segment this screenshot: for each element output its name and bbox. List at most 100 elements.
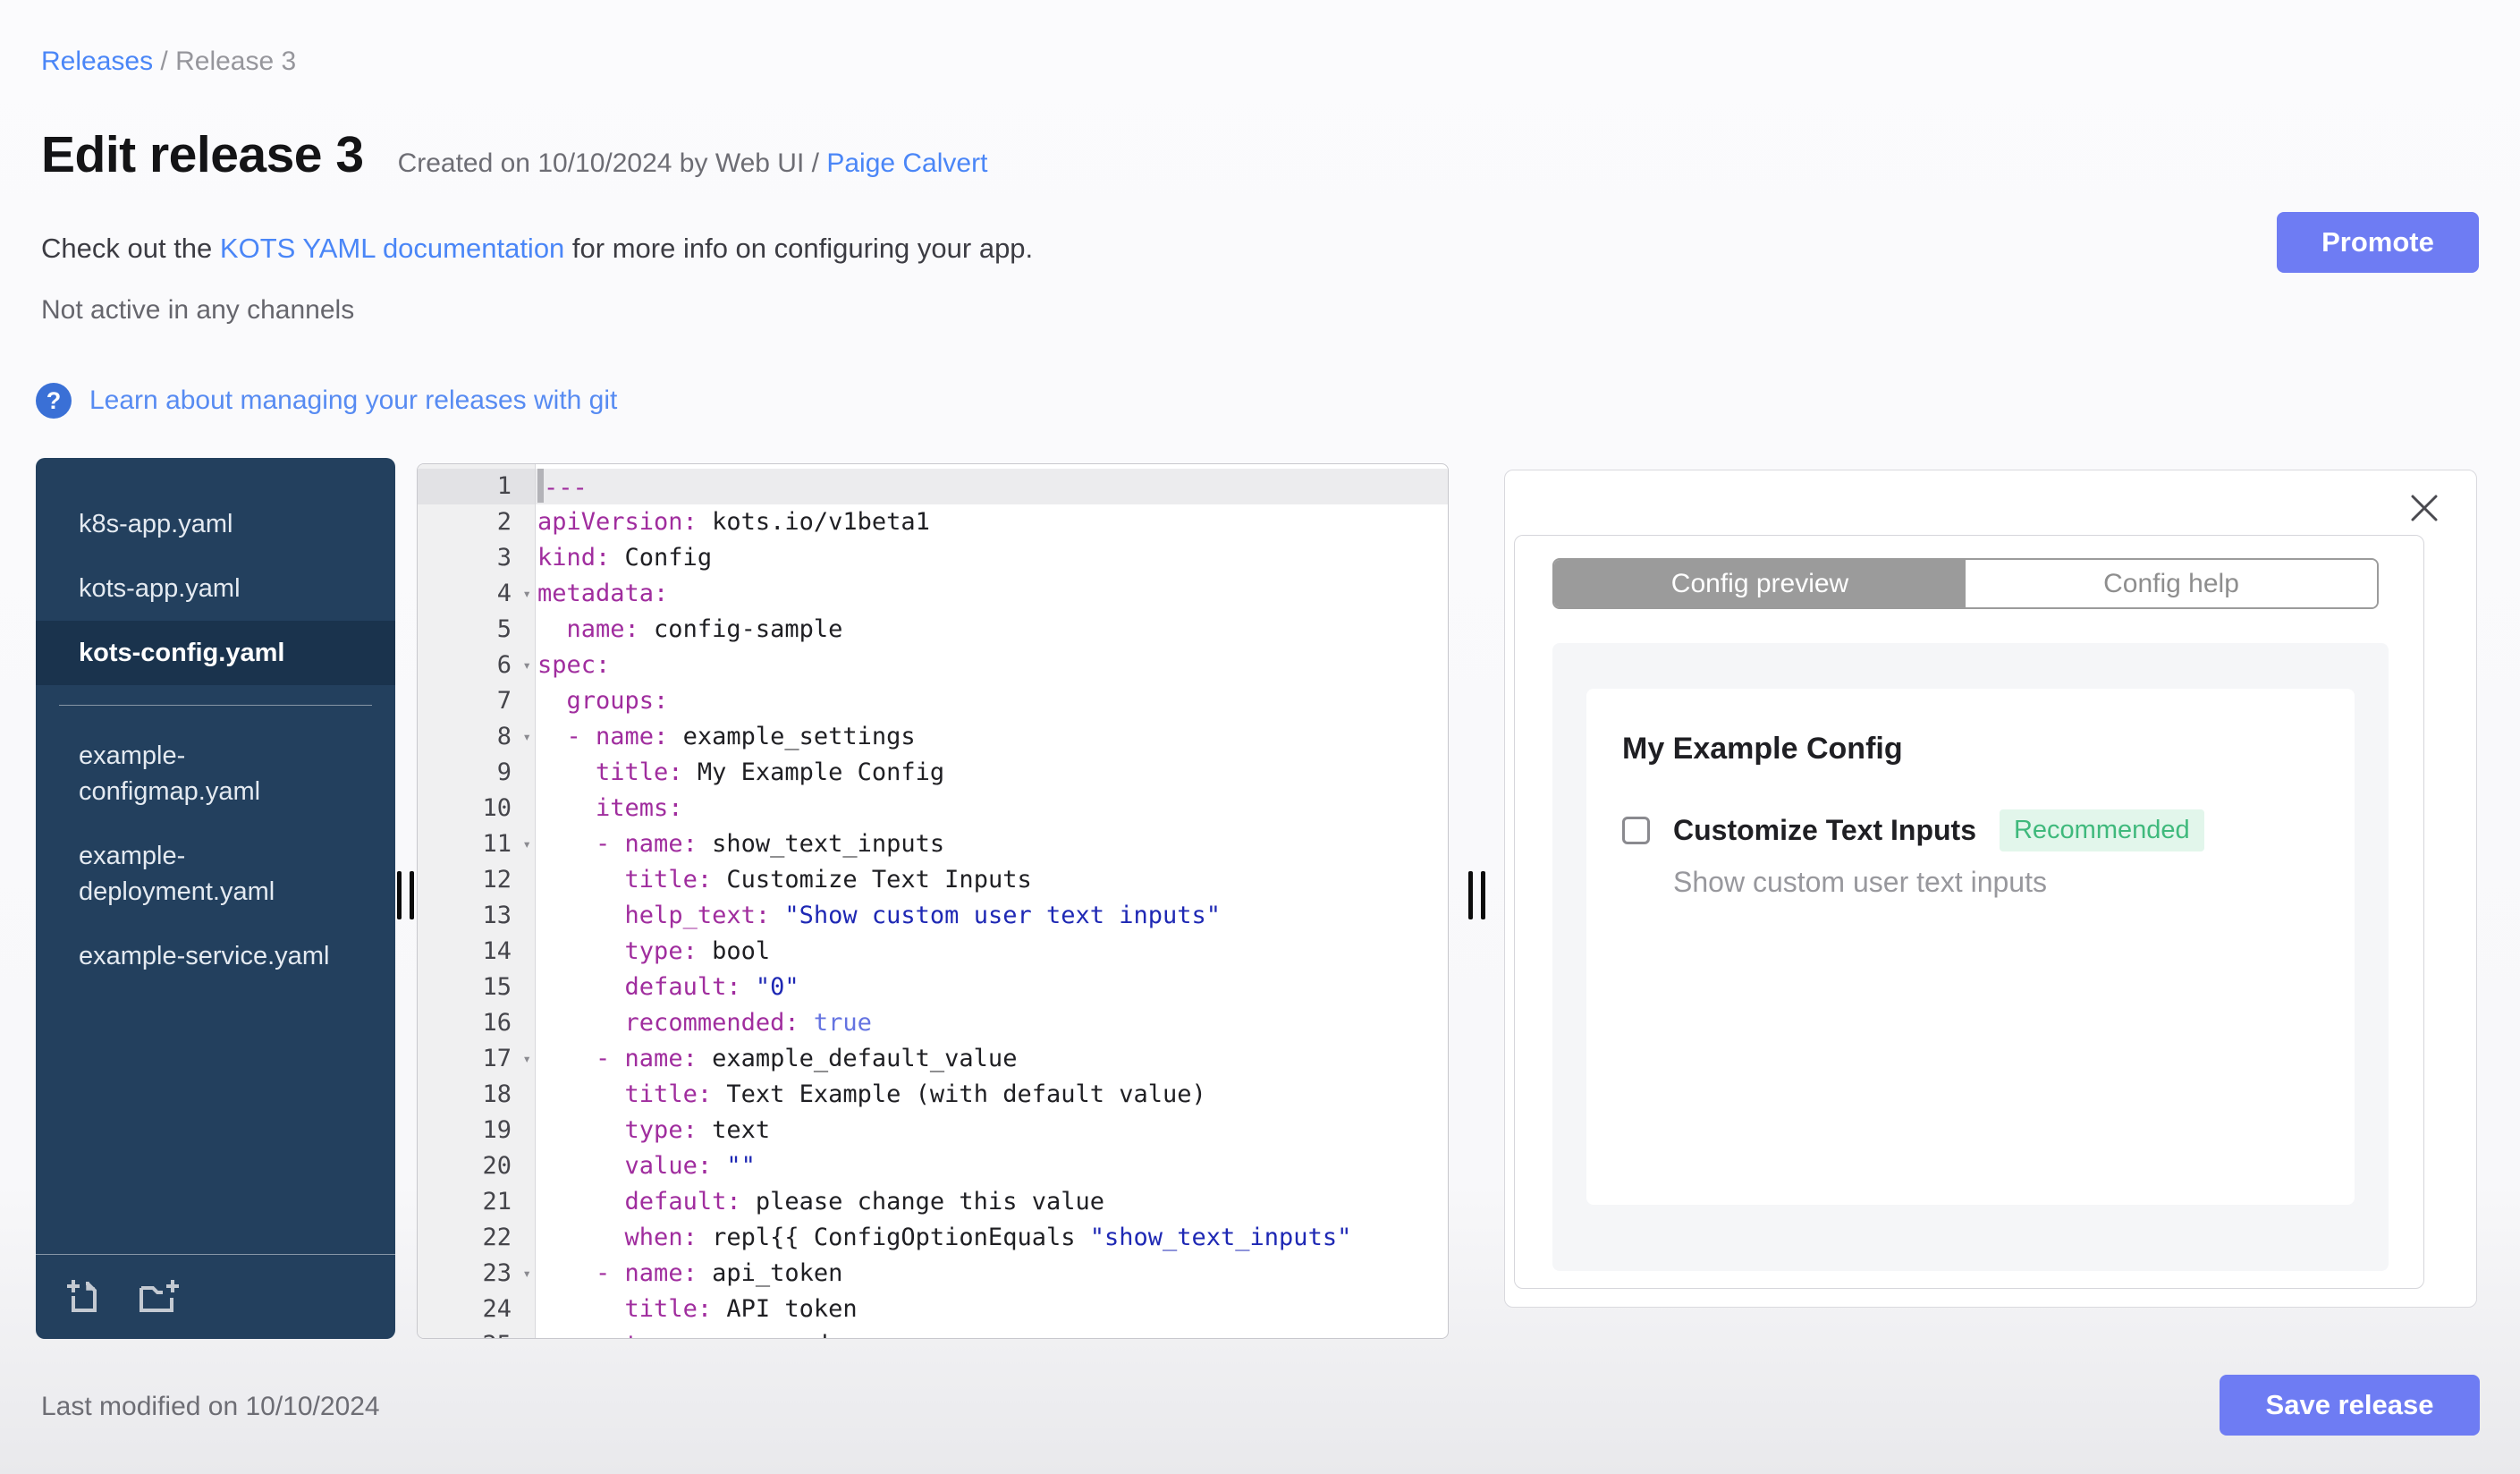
recommended-badge: Recommended bbox=[1999, 809, 2204, 851]
gutter-line-19[interactable]: 19 bbox=[418, 1113, 535, 1148]
config-preview-box: Config preview Config help My Example Co… bbox=[1514, 535, 2424, 1289]
close-icon[interactable] bbox=[2408, 492, 2440, 524]
sidebar-file-example-service.yaml[interactable]: example-service.yaml bbox=[36, 924, 395, 988]
docs-text-after: for more info on configuring your app. bbox=[564, 233, 1034, 264]
text-cursor bbox=[537, 469, 544, 503]
gutter-line-21[interactable]: 21 bbox=[418, 1184, 535, 1220]
fold-arrow-icon[interactable]: ▾ bbox=[522, 576, 531, 612]
git-releases-link[interactable]: Learn about managing your releases with … bbox=[89, 385, 617, 416]
config-render-area: My Example Config Customize Text Inputs … bbox=[1552, 643, 2389, 1271]
code-line-2[interactable]: apiVersion: kots.io/v1beta1 bbox=[536, 504, 1448, 540]
fold-arrow-icon[interactable]: ▾ bbox=[522, 648, 531, 683]
fold-arrow-icon[interactable]: ▾ bbox=[522, 1041, 531, 1077]
code-line-10[interactable]: items: bbox=[536, 791, 1448, 826]
release-editor-page: Releases / Release 3 Edit release 3 Crea… bbox=[0, 0, 2520, 1474]
gutter-line-4[interactable]: 4 ▾ bbox=[418, 576, 535, 612]
code-line-17[interactable]: - name: example_default_value bbox=[536, 1041, 1448, 1077]
gutter-line-16[interactable]: 16 bbox=[418, 1005, 535, 1041]
code-line-11[interactable]: - name: show_text_inputs bbox=[536, 826, 1448, 862]
code-line-15[interactable]: default: "0" bbox=[536, 970, 1448, 1005]
gutter-line-7[interactable]: 7 bbox=[418, 683, 535, 719]
sidebar-file-kots-config.yaml[interactable]: kots-config.yaml bbox=[36, 621, 395, 685]
fold-arrow-icon[interactable]: ▾ bbox=[522, 1256, 531, 1292]
code-line-3[interactable]: kind: Config bbox=[536, 540, 1448, 576]
gutter-line-13[interactable]: 13 bbox=[418, 898, 535, 934]
gutter-line-20[interactable]: 20 bbox=[418, 1148, 535, 1184]
gutter-line-9[interactable]: 9 bbox=[418, 755, 535, 791]
gutter-line-3[interactable]: 3 bbox=[418, 540, 535, 576]
code-line-18[interactable]: title: Text Example (with default value) bbox=[536, 1077, 1448, 1113]
gutter-line-14[interactable]: 14 bbox=[418, 934, 535, 970]
config-preview-panel: Config preview Config help My Example Co… bbox=[1504, 470, 2477, 1308]
code-line-5[interactable]: name: config-sample bbox=[536, 612, 1448, 648]
gutter-line-10[interactable]: 10 bbox=[418, 791, 535, 826]
gutter-line-1[interactable]: 1 bbox=[418, 469, 535, 504]
sidebar-file-example-deployment.yaml[interactable]: example-deployment.yaml bbox=[36, 824, 395, 924]
fold-arrow-icon[interactable]: ▾ bbox=[522, 826, 531, 862]
tab-config-help[interactable]: Config help bbox=[1966, 560, 2377, 607]
customize-text-inputs-checkbox[interactable] bbox=[1622, 817, 1650, 844]
new-file-icon[interactable] bbox=[63, 1275, 106, 1317]
code-line-21[interactable]: default: please change this value bbox=[536, 1184, 1448, 1220]
code-line-13[interactable]: help_text: "Show custom user text inputs… bbox=[536, 898, 1448, 934]
code-line-22[interactable]: when: repl{{ ConfigOptionEquals "show_te… bbox=[536, 1220, 1448, 1256]
gutter-line-24[interactable]: 24 bbox=[418, 1292, 535, 1327]
gutter-line-18[interactable]: 18 bbox=[418, 1077, 535, 1113]
breadcrumb-releases-link[interactable]: Releases bbox=[41, 47, 153, 76]
fold-arrow-icon[interactable]: ▾ bbox=[522, 719, 531, 755]
file-sidebar: k8s-app.yaml kots-app.yaml kots-config.yam… bbox=[36, 458, 395, 1339]
gutter-line-6[interactable]: 6 ▾ bbox=[418, 648, 535, 683]
question-mark-icon: ? bbox=[36, 383, 72, 419]
config-group-title: My Example Config bbox=[1622, 732, 1903, 766]
sidebar-file-k8s-app.yaml[interactable]: k8s-app.yaml bbox=[36, 492, 395, 556]
code-line-25[interactable]: type: password bbox=[536, 1327, 1448, 1338]
breadcrumb-separator: / bbox=[153, 47, 176, 76]
config-item-row: Customize Text Inputs Recommended bbox=[1622, 809, 2319, 851]
git-banner: ? Learn about managing your releases wit… bbox=[36, 383, 617, 419]
gutter-line-15[interactable]: 15 bbox=[418, 970, 535, 1005]
promote-button[interactable]: Promote bbox=[2277, 212, 2479, 273]
sidebar-file-kots-app.yaml[interactable]: kots-app.yaml bbox=[36, 556, 395, 621]
page-title: Edit release 3 bbox=[41, 126, 364, 183]
sidebar-resize-handle[interactable] bbox=[397, 871, 414, 919]
gutter-line-5[interactable]: 5 bbox=[418, 612, 535, 648]
gutter-line-17[interactable]: 17 ▾ bbox=[418, 1041, 535, 1077]
tab-config-preview[interactable]: Config preview bbox=[1554, 560, 1966, 607]
code-line-8[interactable]: - name: example_settings bbox=[536, 719, 1448, 755]
gutter-line-12[interactable]: 12 bbox=[418, 862, 535, 898]
code-line-20[interactable]: value: "" bbox=[536, 1148, 1448, 1184]
gutter-line-8[interactable]: 8 ▾ bbox=[418, 719, 535, 755]
file-list-divider bbox=[59, 705, 372, 706]
code-line-19[interactable]: type: text bbox=[536, 1113, 1448, 1148]
new-folder-icon[interactable] bbox=[136, 1275, 182, 1317]
last-modified-text: Last modified on 10/10/2024 bbox=[41, 1392, 380, 1421]
author-link[interactable]: Paige Calvert bbox=[826, 148, 987, 178]
code-line-6[interactable]: spec: bbox=[536, 648, 1448, 683]
code-line-4[interactable]: metadata: bbox=[536, 576, 1448, 612]
docs-text-before: Check out the bbox=[41, 233, 220, 264]
title-row: Edit release 3 Created on 10/10/2024 by … bbox=[41, 125, 987, 184]
code-line-23[interactable]: - name: api_token bbox=[536, 1256, 1448, 1292]
file-list: k8s-app.yaml kots-app.yaml kots-config.yam… bbox=[36, 458, 395, 988]
kots-yaml-docs-link[interactable]: KOTS YAML documentation bbox=[220, 233, 564, 264]
gutter-line-11[interactable]: 11 ▾ bbox=[418, 826, 535, 862]
code-line-7[interactable]: groups: bbox=[536, 683, 1448, 719]
code-line-14[interactable]: type: bool bbox=[536, 934, 1448, 970]
gutter-line-25[interactable]: 25 bbox=[418, 1327, 535, 1338]
code-line-12[interactable]: title: Customize Text Inputs bbox=[536, 862, 1448, 898]
gutter-line-23[interactable]: 23 ▾ bbox=[418, 1256, 535, 1292]
yaml-editor[interactable]: 1 2 3 4 ▾ 5 6 ▾ 7 8 ▾ 9 10 11 ▾ 12 13 14 15 16 17 ▾ 18 19 20 21 22… bbox=[417, 463, 1449, 1339]
code-line-1[interactable]: --- bbox=[536, 469, 1448, 504]
code-line-9[interactable]: title: My Example Config bbox=[536, 755, 1448, 791]
code-line-16[interactable]: recommended: true bbox=[536, 1005, 1448, 1041]
gutter-line-2[interactable]: 2 bbox=[418, 504, 535, 540]
code-line-24[interactable]: title: API token bbox=[536, 1292, 1448, 1327]
sidebar-file-example-configmap.yaml[interactable]: example-configmap.yaml bbox=[36, 724, 395, 824]
channel-status: Not active in any channels bbox=[41, 295, 355, 325]
save-release-button[interactable]: Save release bbox=[2220, 1375, 2480, 1436]
editor-code-area[interactable]: --- apiVersion: kots.io/v1beta1 kind: Conf… bbox=[536, 464, 1448, 1338]
editor-resize-handle[interactable] bbox=[1468, 871, 1485, 919]
config-item-label: Customize Text Inputs bbox=[1673, 814, 1976, 846]
created-text: Created on 10/10/2024 by Web UI / bbox=[397, 148, 827, 178]
gutter-line-22[interactable]: 22 bbox=[418, 1220, 535, 1256]
